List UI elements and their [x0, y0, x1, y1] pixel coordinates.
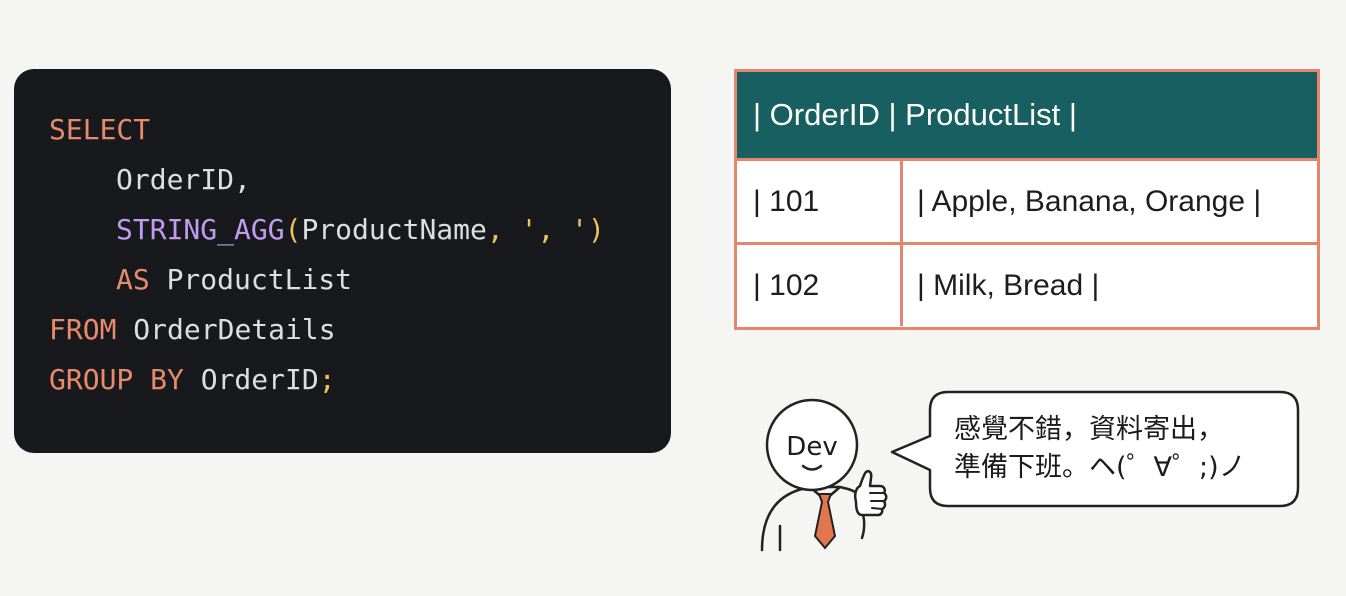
code-line-alias: AS ProductList — [49, 255, 671, 305]
cell-product-list: | Apple, Banana, Orange | — [917, 185, 1262, 218]
speech-text: 感覺不錯，資料寄出， 準備下班。ヘ(゜∀゜;)ノ — [954, 411, 1284, 487]
identifier-productlist: ProductList — [166, 263, 353, 296]
speech-line-1: 感覺不錯，資料寄出， — [954, 414, 1224, 445]
identifier-orderid: OrderID, — [116, 163, 251, 196]
keyword-as: AS — [116, 263, 150, 296]
cell-product-list: | Milk, Bread | — [917, 269, 1100, 302]
result-table: | OrderID | ProductList | | 101 | Apple,… — [734, 69, 1320, 330]
developer-thumbs-up-figure: Dev — [760, 398, 888, 552]
function-string-agg: STRING_AGG — [116, 213, 285, 246]
identifier-orderdetails: OrderDetails — [133, 313, 336, 346]
code-line-orderid: OrderID, — [49, 155, 671, 205]
separator-literal: ', ' — [520, 213, 589, 246]
keyword-group-by: GROUP BY — [49, 363, 184, 396]
identifier-productname: ProductName — [301, 213, 487, 246]
table-row: | 101 | Apple, Banana, Orange | — [737, 161, 1317, 245]
cell-order-id: | 102 — [737, 245, 903, 326]
sql-code-panel: SELECT OrderID, STRING_AGG(ProductName, … — [14, 69, 671, 453]
table-row: | 102 | Milk, Bread | — [737, 245, 1317, 329]
code-line-from: FROM OrderDetails — [49, 305, 671, 355]
keyword-from: FROM — [49, 313, 117, 346]
keyword-select: SELECT — [49, 113, 151, 146]
code-line-string-agg: STRING_AGG(ProductName, ', ') — [49, 205, 671, 255]
code-line-group-by: GROUP BY OrderID; — [49, 355, 671, 405]
paren-close: ) — [588, 213, 605, 246]
identifier-group-orderid: OrderID — [200, 363, 319, 396]
comma: , — [486, 213, 504, 246]
cell-order-id: | 101 — [737, 161, 903, 242]
speech-line-2: 準備下班。ヘ(゜∀゜;)ノ — [954, 452, 1246, 483]
paren-open: ( — [284, 213, 302, 246]
character-label: Dev — [786, 432, 837, 462]
table-header: | OrderID | ProductList | — [737, 72, 1317, 161]
tie-icon — [813, 493, 837, 550]
code-line-select: SELECT — [49, 105, 671, 155]
semicolon: ; — [318, 363, 336, 396]
